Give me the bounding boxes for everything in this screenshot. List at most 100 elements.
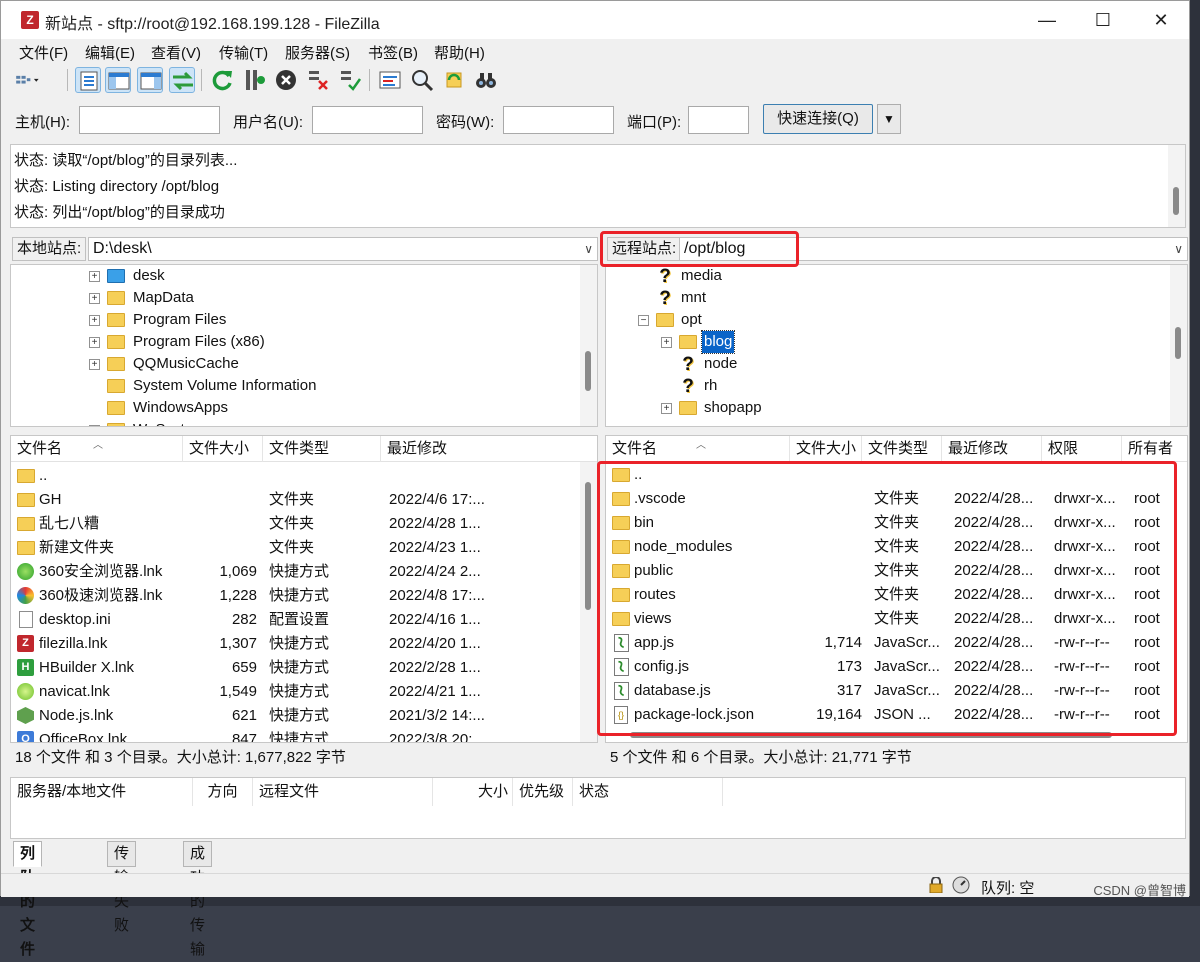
table-row[interactable]: 乱七八糟 文件夹 2022/4/28 1... [11, 512, 597, 536]
expand-icon[interactable]: + [89, 315, 100, 326]
menu-bookmarks[interactable]: 书签(B) [368, 42, 418, 63]
table-row[interactable]: app.js 1,714 JavaScr... 2022/4/28... -rw-r--… [606, 631, 1187, 655]
local-directory-tree[interactable]: + desk + MapData + Program Files + Progr… [10, 264, 598, 427]
reconnect-icon[interactable] [337, 67, 363, 93]
queue-col-priority[interactable]: 优先级 [513, 778, 573, 806]
quickconnect-button[interactable]: 快速连接(Q) [763, 104, 873, 134]
table-row[interactable]: navicat.lnk 1,549 快捷方式 2022/4/21 1... [11, 680, 597, 704]
table-row[interactable]: Zfilezilla.lnk 1,307 快捷方式 2022/4/20 1... [11, 632, 597, 656]
column-filetype[interactable]: 文件类型 [263, 436, 381, 462]
column-filetype[interactable]: 文件类型 [862, 436, 942, 462]
menu-server[interactable]: 服务器(S) [285, 42, 350, 63]
log-scroll-thumb[interactable] [1173, 187, 1179, 215]
minimize-button[interactable]: — [1018, 1, 1076, 39]
transfer-queue[interactable]: 服务器/本地文件 方向 远程文件 大小 优先级 状态 [10, 777, 1186, 839]
directory-filter-icon[interactable] [377, 67, 403, 93]
title-bar[interactable]: Z 新站点 - sftp://root@192.168.199.128 - Fi… [1, 1, 1189, 39]
table-row[interactable]: 新建文件夹 文件夹 2022/4/23 1... [11, 536, 597, 560]
expand-icon[interactable]: + [661, 337, 672, 348]
local-list-scrollbar[interactable] [580, 462, 597, 742]
local-tree-scrollbar[interactable] [580, 265, 597, 426]
collapse-icon[interactable]: − [638, 315, 649, 326]
table-row[interactable]: .. [606, 463, 1187, 487]
menu-transfer[interactable]: 传输(T) [219, 42, 268, 63]
column-owner[interactable]: 所有者 [1122, 436, 1187, 462]
table-row[interactable]: 360安全浏览器.lnk 1,069 快捷方式 2022/4/24 2... [11, 560, 597, 584]
table-row[interactable]: routes 文件夹 2022/4/28... drwxr-x... root [606, 583, 1187, 607]
queue-col-remote-file[interactable]: 远程文件 [253, 778, 433, 806]
sync-browsing-icon[interactable] [441, 67, 467, 93]
column-filesize[interactable]: 文件大小 [183, 436, 263, 462]
expand-icon[interactable]: + [89, 337, 100, 348]
table-row[interactable]: desktop.ini 282 配置设置 2022/4/16 1... [11, 608, 597, 632]
toggle-log-icon[interactable] [75, 67, 101, 93]
queue-col-local-file[interactable]: 服务器/本地文件 [11, 778, 193, 806]
expand-icon[interactable]: + [89, 359, 100, 370]
process-queue-icon[interactable] [241, 67, 267, 93]
table-row[interactable]: O OfficeBox.lnk 847 快捷方式 2022/3/8 20:... [11, 728, 597, 742]
log-scrollbar[interactable] [1168, 145, 1185, 227]
column-permissions[interactable]: 权限 [1042, 436, 1122, 462]
refresh-icon[interactable] [209, 67, 235, 93]
toggle-local-tree-icon[interactable] [105, 67, 131, 93]
table-row[interactable]: node_modules 文件夹 2022/4/28... drwxr-x... roo… [606, 535, 1187, 559]
remote-file-list[interactable]: 文件名 ︿ 文件大小 文件类型 最近修改 权限 所有者 .. .vscode 文件夹… [605, 435, 1188, 743]
speed-limit-gauge-icon[interactable] [952, 876, 970, 894]
remote-tree-scrollbar[interactable] [1170, 265, 1187, 426]
password-input[interactable] [503, 106, 614, 134]
remote-path-combo[interactable]: /opt/blog ∨ [679, 237, 1188, 261]
column-modified[interactable]: 最近修改 [381, 436, 581, 462]
site-manager-icon[interactable] [15, 67, 59, 93]
tab-successful-transfers[interactable]: 成功的传输 [183, 841, 213, 958]
cancel-operation-icon[interactable] [273, 67, 299, 93]
table-row[interactable]: bin 文件夹 2022/4/28... drwxr-x... root [606, 511, 1187, 535]
port-input[interactable] [688, 106, 749, 134]
menu-file[interactable]: 文件(F) [19, 42, 68, 63]
host-input[interactable] [79, 106, 220, 134]
scroll-thumb[interactable] [585, 482, 591, 610]
scroll-thumb[interactable] [1175, 327, 1181, 359]
scroll-thumb[interactable] [585, 351, 591, 391]
disconnect-icon[interactable] [305, 67, 331, 93]
menu-edit[interactable]: 编辑(E) [85, 42, 135, 63]
expand-icon[interactable]: + [661, 403, 672, 414]
column-modified[interactable]: 最近修改 [942, 436, 1042, 462]
quickconnect-history-dropdown[interactable]: ▼ [877, 104, 901, 134]
search-icon[interactable] [409, 67, 435, 93]
table-row[interactable]: Node.js.lnk 621 快捷方式 2021/3/2 14:... [11, 704, 597, 728]
table-row[interactable]: public 文件夹 2022/4/28... drwxr-x... root [606, 559, 1187, 583]
chevron-down-icon[interactable]: ∨ [584, 238, 593, 260]
table-row[interactable]: 360极速浏览器.lnk 1,228 快捷方式 2022/4/8 17:... [11, 584, 597, 608]
local-file-list[interactable]: 文件名 ︿ 文件大小 文件类型 最近修改 .. GH 文件夹 2022/4/6 17:… [10, 435, 598, 743]
queue-col-status[interactable]: 状态 [573, 778, 723, 806]
menu-help[interactable]: 帮助(H) [434, 42, 485, 63]
queue-col-direction[interactable]: 方向 [193, 778, 253, 806]
table-row[interactable]: views 文件夹 2022/4/28... drwxr-x... root [606, 607, 1187, 631]
queue-col-size[interactable]: 大小 [433, 778, 513, 806]
tab-failed-transfers[interactable]: 传输失败 [107, 841, 137, 934]
table-row[interactable]: .vscode 文件夹 2022/4/28... drwxr-x... root [606, 487, 1187, 511]
toggle-transfer-queue-icon[interactable] [169, 67, 195, 93]
table-row[interactable]: GH 文件夹 2022/4/6 17:... [11, 488, 597, 512]
table-row[interactable]: .. [11, 464, 597, 488]
maximize-button[interactable]: ☐ [1074, 1, 1132, 39]
tab-queued-files[interactable]: 列队的文件 [13, 841, 43, 958]
username-input[interactable] [312, 106, 423, 134]
local-path-combo[interactable]: D:\desk\ ∨ [88, 237, 598, 261]
table-row[interactable]: {} package-lock.json 19,164 JSON ... 2022/4/… [606, 703, 1187, 727]
find-files-binoculars-icon[interactable] [473, 67, 499, 93]
table-row[interactable]: database.js 317 JavaScr... 2022/4/28... -rw-… [606, 679, 1187, 703]
close-button[interactable]: ✕ [1132, 1, 1190, 39]
expand-icon[interactable]: + [89, 293, 100, 304]
expand-icon[interactable]: + [89, 271, 100, 282]
chevron-down-icon[interactable]: ∨ [1174, 238, 1183, 260]
toggle-remote-tree-icon[interactable] [137, 67, 163, 93]
column-filesize[interactable]: 文件大小 [790, 436, 862, 462]
message-log[interactable]: 状态: 读取“/opt/blog”的目录列表... 状态: Listing di… [10, 144, 1186, 228]
table-row[interactable]: H HBuilder X.lnk 659 快捷方式 2022/2/28 1... [11, 656, 597, 680]
menu-view[interactable]: 查看(V) [151, 42, 201, 63]
remote-directory-tree[interactable]: ? media ? mnt − opt + blog ? node ? rh + [605, 264, 1188, 427]
remote-horizontal-scroll-thumb[interactable] [630, 732, 1112, 738]
table-row[interactable]: config.js 173 JavaScr... 2022/4/28... -rw-r-… [606, 655, 1187, 679]
expand-icon[interactable]: + [89, 425, 100, 426]
